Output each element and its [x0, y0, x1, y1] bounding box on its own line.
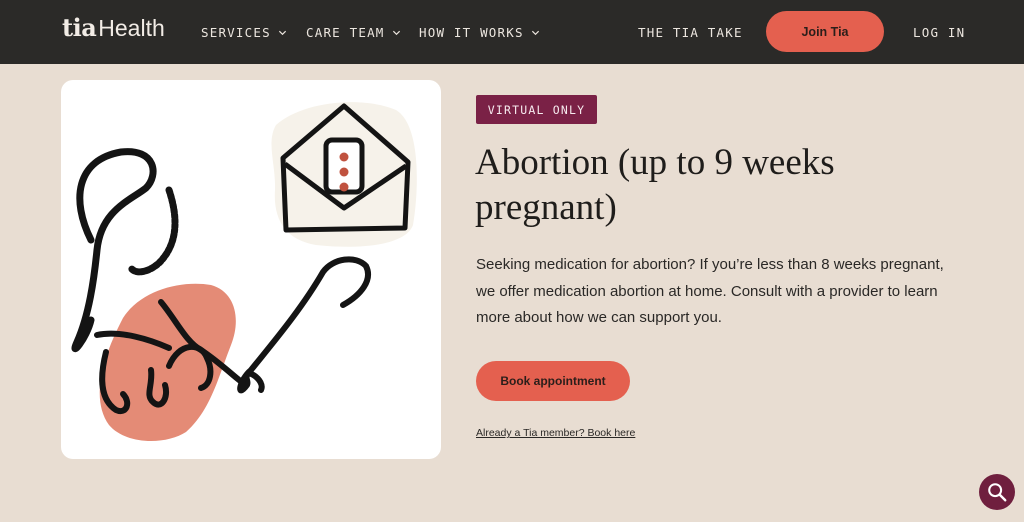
envelope-and-stethoscope-illustration	[71, 102, 417, 442]
logo-wordmark-tia: tia	[62, 13, 97, 42]
page-title: Abortion (up to 9 weeks pregnant)	[475, 142, 835, 228]
nav-care-team-dropdown[interactable]: CARE TEAM	[306, 23, 401, 41]
nav-tia-take-link[interactable]: THE TIA TAKE	[638, 23, 743, 41]
member-booking-link[interactable]: Already a Tia member? Book here	[476, 427, 635, 439]
nav-how-it-works-label: HOW IT WORKS	[419, 24, 524, 40]
chat-search-button[interactable]	[979, 474, 1015, 510]
service-description: Seeking medication for abortion? If you’…	[476, 256, 944, 326]
book-appointment-button[interactable]: Book appointment	[476, 361, 630, 401]
tia-health-logo[interactable]: tiaHealth	[62, 13, 165, 43]
chevron-down-icon	[278, 30, 286, 35]
nav-care-team-label: CARE TEAM	[306, 24, 385, 40]
nav-services-label: SERVICES	[201, 24, 271, 40]
search-icon	[988, 483, 1007, 502]
join-tia-button[interactable]: Join Tia	[766, 11, 884, 52]
nav-services-dropdown[interactable]: SERVICES	[201, 23, 287, 41]
chevron-down-icon	[392, 30, 400, 35]
chevron-down-icon	[531, 30, 539, 35]
nav-how-it-works-dropdown[interactable]: HOW IT WORKS	[419, 23, 540, 41]
hero-illustration-card	[61, 80, 441, 459]
virtual-only-badge: VIRTUAL ONLY	[476, 95, 597, 124]
top-navigation-bar: tiaHealth SERVICES CARE TEAM HOW IT WORK…	[0, 0, 1024, 64]
logo-wordmark-health: Health	[98, 15, 165, 41]
log-in-link[interactable]: LOG IN	[913, 23, 965, 41]
